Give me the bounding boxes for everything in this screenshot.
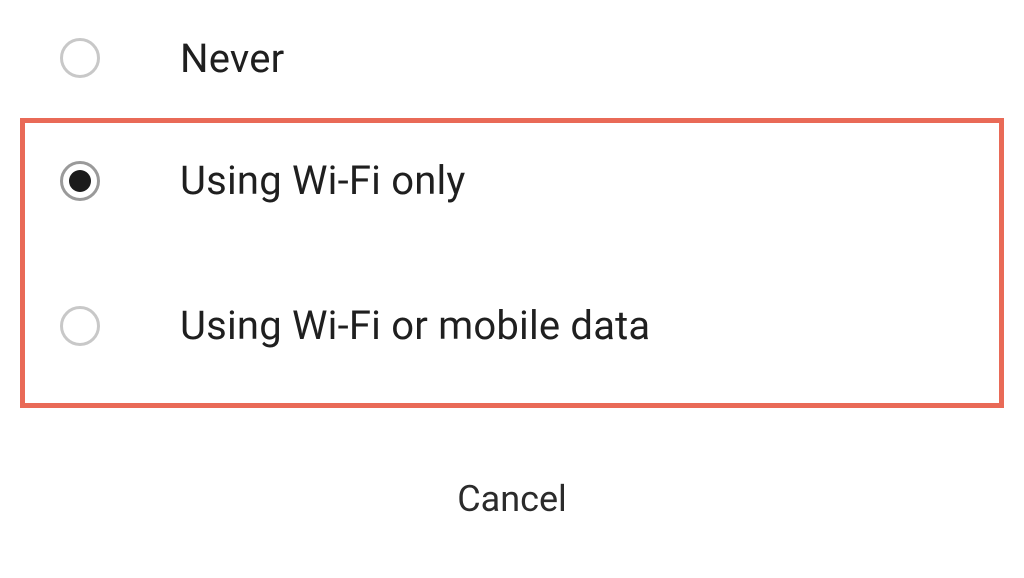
dialog-actions: Cancel (0, 470, 1024, 528)
radio-label: Never (180, 35, 284, 82)
dialog-root: Never Using Wi-Fi only Using Wi-Fi or mo… (0, 0, 1024, 578)
radio-label: Using Wi-Fi only (180, 157, 466, 204)
radio-option-wifi-only[interactable]: Using Wi-Fi only (0, 108, 1024, 253)
cancel-button[interactable]: Cancel (433, 470, 591, 528)
radio-label: Using Wi-Fi or mobile data (180, 302, 650, 349)
radio-option-wifi-or-mobile[interactable]: Using Wi-Fi or mobile data (0, 253, 1024, 398)
radio-option-never[interactable]: Never (0, 8, 1024, 108)
radio-icon-selected (60, 161, 100, 201)
radio-icon (60, 306, 100, 346)
radio-icon (60, 38, 100, 78)
